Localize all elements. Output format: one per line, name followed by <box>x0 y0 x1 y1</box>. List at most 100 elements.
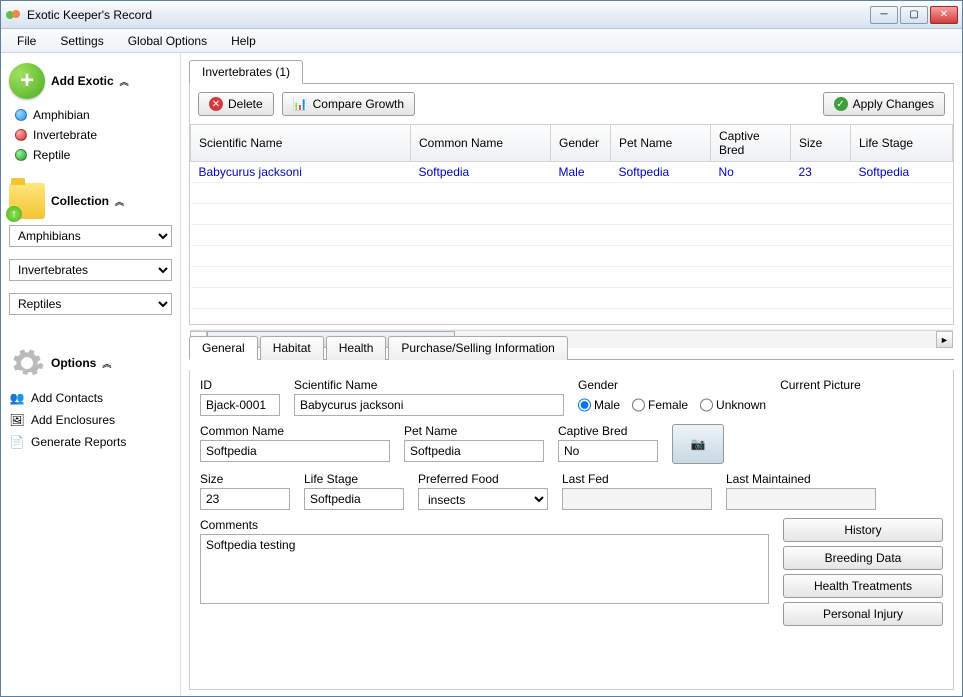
gear-icon <box>9 345 45 381</box>
tab-invertebrates[interactable]: Invertebrates (1) <box>189 60 303 84</box>
add-invertebrate[interactable]: Invertebrate <box>15 125 172 145</box>
label-maint: Last Maintained <box>726 472 876 486</box>
cell-stage: Softpedia <box>851 162 953 183</box>
input-common-name[interactable] <box>200 440 390 462</box>
sidebar: + Add Exotic ︽ Amphibian Invertebrate Re… <box>1 53 181 696</box>
breeding-data-button[interactable]: Breeding Data <box>783 546 943 570</box>
col-common-name[interactable]: Common Name <box>411 125 551 162</box>
select-amphibians[interactable]: Amphibians <box>9 225 172 247</box>
input-last-maintained[interactable] <box>726 488 876 510</box>
camera-icon: 📷 <box>691 437 706 451</box>
apply-label: Apply Changes <box>853 97 934 111</box>
label-size: Size <box>200 472 290 486</box>
col-size[interactable]: Size <box>791 125 851 162</box>
select-invertebrates[interactable]: Invertebrates <box>9 259 172 281</box>
label-comments: Comments <box>200 518 769 532</box>
input-pet-name[interactable] <box>404 440 544 462</box>
col-captive-bred[interactable]: Captive Bred <box>711 125 791 162</box>
folder-icon: ↑ <box>9 183 45 219</box>
invertebrate-icon <box>15 129 27 141</box>
input-life-stage[interactable] <box>304 488 404 510</box>
col-life-stage[interactable]: Life Stage <box>851 125 953 162</box>
gender-radio-group: Male Female Unknown <box>578 394 766 416</box>
input-comments[interactable] <box>200 534 769 604</box>
collapse-icon[interactable]: ︽ <box>115 195 124 208</box>
detail-panel: ID Scientific Name Gender Male Female Un… <box>189 370 954 690</box>
minimize-button[interactable]: ─ <box>870 6 898 24</box>
history-button[interactable]: History <box>783 518 943 542</box>
add-enclosures-label: Add Enclosures <box>31 413 115 427</box>
main-area: Invertebrates (1) ✕ Delete 📊 Compare Gro… <box>181 53 962 696</box>
panel-title-collection: Collection <box>51 194 109 208</box>
close-button[interactable]: ✕ <box>930 6 958 24</box>
input-id[interactable] <box>200 394 280 416</box>
top-tabs: Invertebrates (1) <box>189 59 954 84</box>
compare-label: Compare Growth <box>313 97 404 111</box>
select-preferred-food[interactable]: insects <box>418 488 548 510</box>
plus-icon: + <box>9 63 45 99</box>
col-gender[interactable]: Gender <box>551 125 611 162</box>
enclosures-icon: 🖼 <box>9 412 25 428</box>
select-reptiles[interactable]: Reptiles <box>9 293 172 315</box>
maximize-button[interactable]: ▢ <box>900 6 928 24</box>
add-reptile[interactable]: Reptile <box>15 145 172 165</box>
collapse-icon[interactable]: ︽ <box>102 357 111 370</box>
radio-male[interactable] <box>578 394 591 416</box>
label-stage: Life Stage <box>304 472 404 486</box>
cell-pet: Softpedia <box>611 162 711 183</box>
input-size[interactable] <box>200 488 290 510</box>
input-captive-bred[interactable] <box>558 440 658 462</box>
window-controls: ─ ▢ ✕ <box>870 6 958 24</box>
label-common: Common Name <box>200 424 390 438</box>
radio-unknown[interactable] <box>700 394 713 416</box>
radio-female[interactable] <box>632 394 645 416</box>
menu-settings[interactable]: Settings <box>50 31 113 51</box>
delete-label: Delete <box>228 97 263 111</box>
window-title: Exotic Keeper's Record <box>27 8 870 22</box>
cell-size: 23 <box>791 162 851 183</box>
apply-icon: ✓ <box>834 97 848 111</box>
tab-habitat[interactable]: Habitat <box>260 336 324 360</box>
table-toolbar: ✕ Delete 📊 Compare Growth ✓ Apply Change… <box>189 84 954 125</box>
health-treatments-button[interactable]: Health Treatments <box>783 574 943 598</box>
delete-button[interactable]: ✕ Delete <box>198 92 274 116</box>
app-icon <box>5 7 21 23</box>
col-pet-name[interactable]: Pet Name <box>611 125 711 162</box>
menu-file[interactable]: File <box>7 31 46 51</box>
generate-reports[interactable]: 📄 Generate Reports <box>9 431 172 453</box>
collapse-icon[interactable]: ︽ <box>120 75 129 88</box>
add-contacts-label: Add Contacts <box>31 391 103 405</box>
label-pet: Pet Name <box>404 424 544 438</box>
cell-captive: No <box>711 162 791 183</box>
tab-health[interactable]: Health <box>326 336 387 360</box>
apply-changes-button[interactable]: ✓ Apply Changes <box>823 92 945 116</box>
menu-global-options[interactable]: Global Options <box>118 31 217 51</box>
picture-button[interactable]: 📷 <box>672 424 724 464</box>
add-enclosures[interactable]: 🖼 Add Enclosures <box>9 409 172 431</box>
add-contacts[interactable]: 👥 Add Contacts <box>9 387 172 409</box>
add-amphibian[interactable]: Amphibian <box>15 105 172 125</box>
table-header-row: Scientific Name Common Name Gender Pet N… <box>191 125 953 162</box>
label-sci: Scientific Name <box>294 378 564 392</box>
menu-help[interactable]: Help <box>221 31 266 51</box>
cell-sci: Babycurus jacksoni <box>191 162 411 183</box>
label-fed: Last Fed <box>562 472 712 486</box>
titlebar: Exotic Keeper's Record ─ ▢ ✕ <box>1 1 962 29</box>
input-last-fed[interactable] <box>562 488 712 510</box>
chart-icon: 📊 <box>293 97 308 111</box>
input-scientific-name[interactable] <box>294 394 564 416</box>
menubar: File Settings Global Options Help <box>1 29 962 53</box>
side-buttons: History Breeding Data Health Treatments … <box>783 518 943 626</box>
personal-injury-button[interactable]: Personal Injury <box>783 602 943 626</box>
delete-icon: ✕ <box>209 97 223 111</box>
cell-gender: Male <box>551 162 611 183</box>
tab-purchase[interactable]: Purchase/Selling Information <box>388 336 567 360</box>
amphibian-icon <box>15 109 27 121</box>
cell-common: Softpedia <box>411 162 551 183</box>
compare-growth-button[interactable]: 📊 Compare Growth <box>282 92 415 116</box>
table-row[interactable]: Babycurus jacksoni Softpedia Male Softpe… <box>191 162 953 183</box>
panel-title-add-exotic: Add Exotic <box>51 74 114 88</box>
col-scientific-name[interactable]: Scientific Name <box>191 125 411 162</box>
add-invertebrate-label: Invertebrate <box>33 128 97 142</box>
tab-general[interactable]: General <box>189 336 258 360</box>
